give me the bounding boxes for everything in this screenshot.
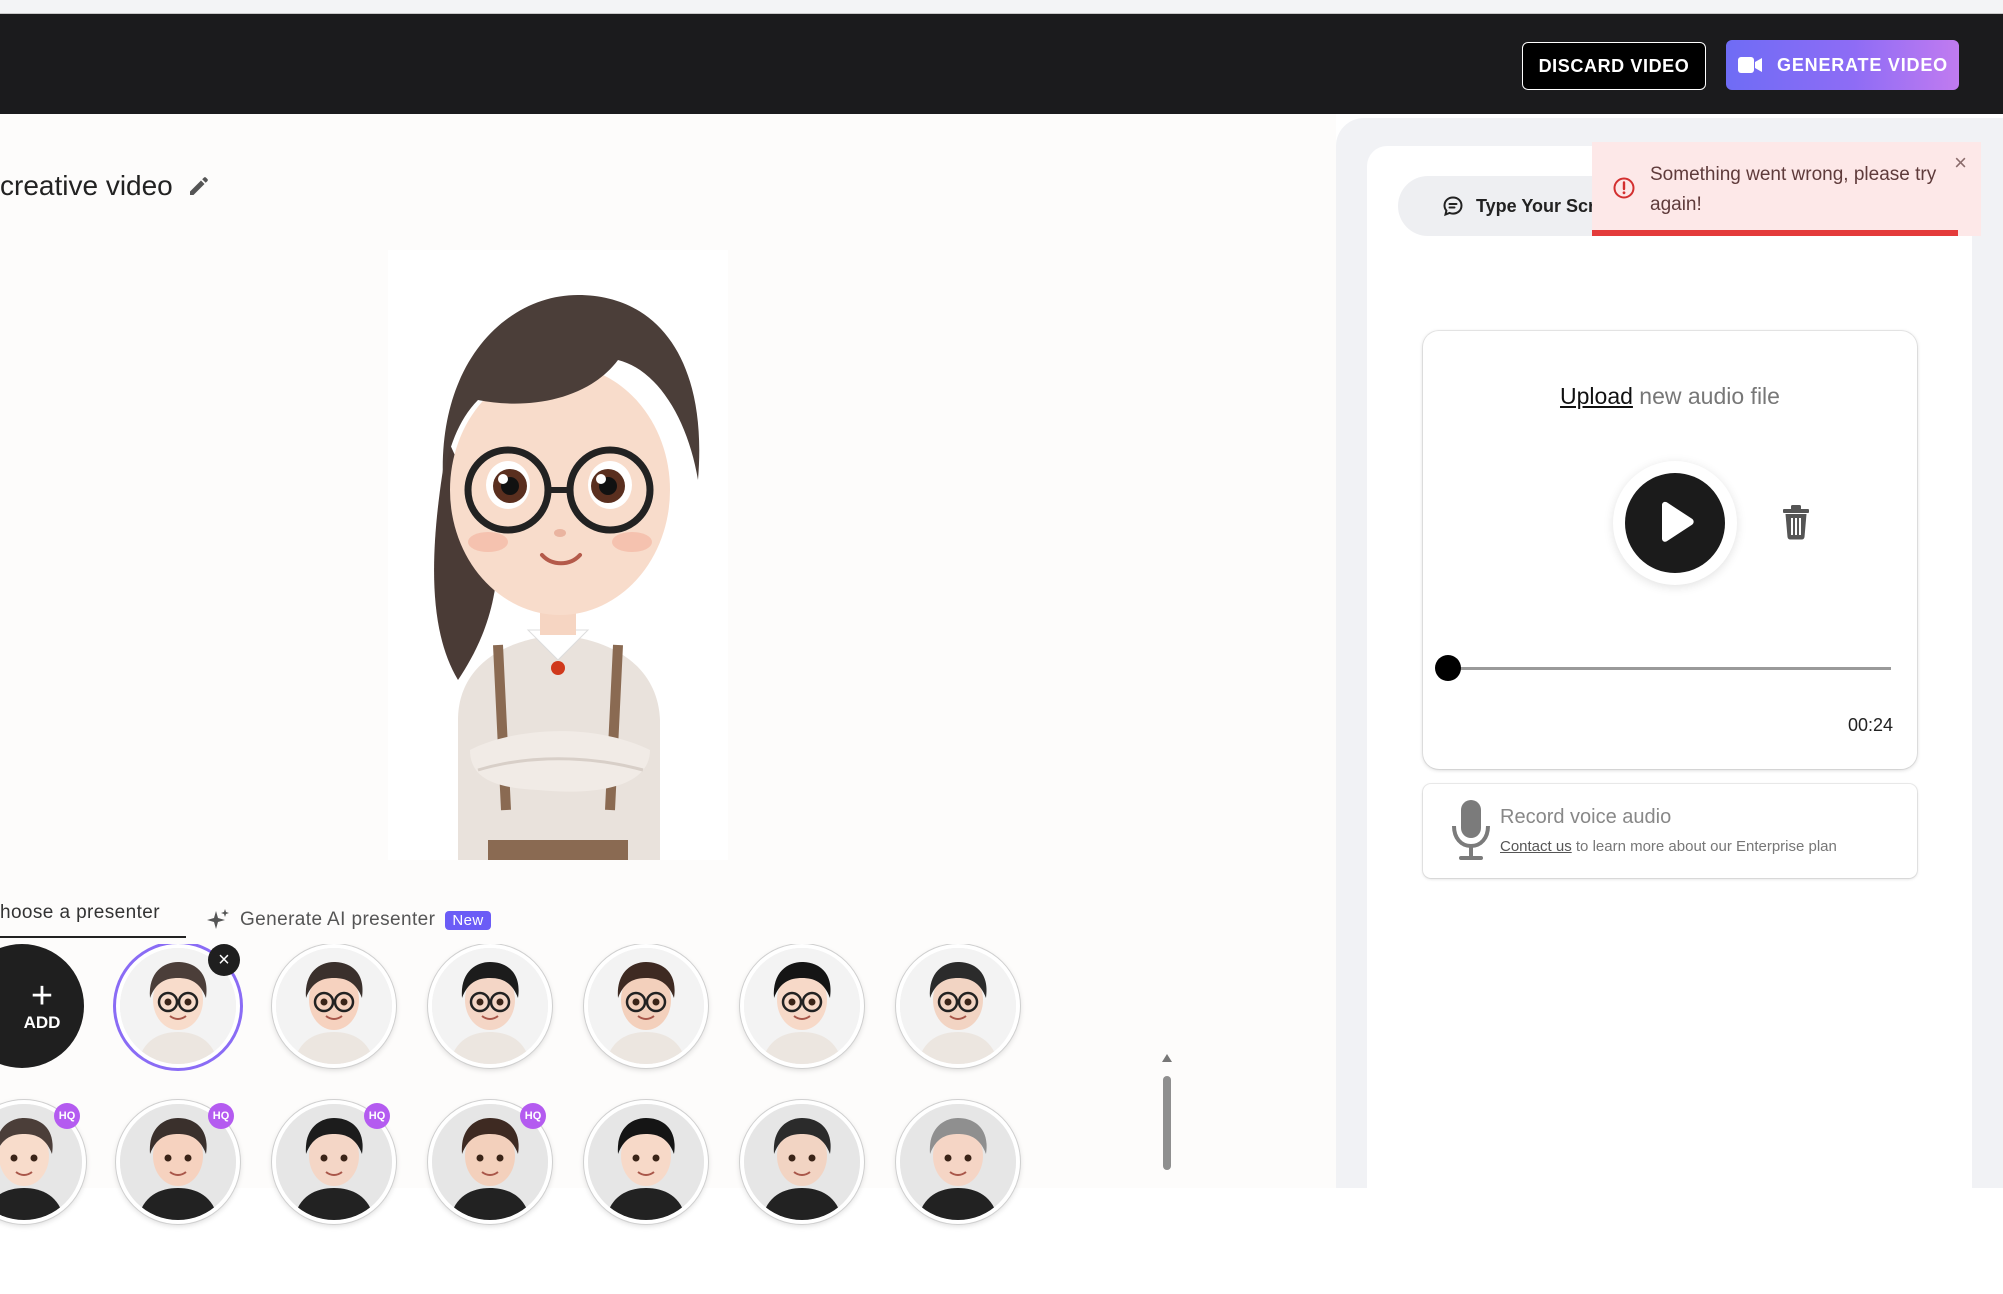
avatar-face-image xyxy=(900,948,1016,1064)
contact-rest-text: to learn more about our Enterprise plan xyxy=(1571,838,1837,855)
error-alert-icon xyxy=(1613,177,1635,199)
presenter-avatar[interactable] xyxy=(896,1100,1020,1224)
record-voice-audio-card[interactable]: Record voice audio Contact us to learn m… xyxy=(1423,784,1917,878)
editor-main: creative video hoose a presenter Generat… xyxy=(0,114,1336,1224)
presenter-tabs: hoose a presenter Generate AI presenter … xyxy=(0,890,491,938)
audio-progress-knob[interactable] xyxy=(1435,655,1461,681)
top-header: DISCARD VIDEO GENERATE VIDEO xyxy=(0,14,2003,114)
audio-duration: 00:24 xyxy=(1847,715,1893,735)
error-toast-message: Something went wrong, please try again! xyxy=(1650,164,1937,215)
type-your-script-label: Type Your Scri xyxy=(1476,195,1601,216)
trash-icon[interactable] xyxy=(1781,503,1811,541)
upload-audio-line: Upload new audio file xyxy=(1423,383,1917,410)
play-icon xyxy=(1662,501,1694,542)
close-icon[interactable]: × xyxy=(1954,150,1967,176)
presenter-avatar[interactable] xyxy=(272,944,396,1068)
error-toast: Something went wrong, please try again! … xyxy=(1592,142,1981,236)
toast-progress-bar xyxy=(1592,230,1958,236)
avatar-face-image xyxy=(900,1104,1016,1220)
presenter-avatar[interactable] xyxy=(740,944,864,1068)
add-presenter-button[interactable]: + ADD xyxy=(0,944,84,1068)
play-button-ring xyxy=(1613,461,1737,585)
scroll-up-arrow-icon[interactable] xyxy=(1162,1054,1172,1062)
upload-link[interactable]: Upload xyxy=(1560,383,1633,409)
hq-badge: HQ xyxy=(520,1103,546,1129)
project-title: creative video xyxy=(0,170,173,201)
presenter-grid-scrollbar[interactable] xyxy=(1160,1054,1174,1294)
presenter-illustration xyxy=(434,295,700,860)
hq-badge: HQ xyxy=(364,1103,390,1129)
chat-bubble-icon xyxy=(1443,196,1463,217)
play-button[interactable] xyxy=(1625,473,1725,573)
presenter-preview xyxy=(388,250,728,860)
avatar-face-image xyxy=(588,1104,704,1220)
record-voice-subtitle: Contact us to learn more about our Enter… xyxy=(1500,838,1837,855)
add-label: ADD xyxy=(23,1013,61,1032)
hq-badge: HQ xyxy=(208,1103,234,1129)
presenter-avatar[interactable] xyxy=(584,944,708,1068)
presenter-avatar[interactable] xyxy=(896,944,1020,1068)
browser-top-strip xyxy=(0,0,2003,14)
avatar-face-image xyxy=(744,1104,860,1220)
sparkle-icon xyxy=(207,909,229,929)
avatar-face-image xyxy=(588,948,704,1064)
discard-video-button[interactable]: DISCARD VIDEO xyxy=(1522,42,1706,90)
generate-video-button[interactable]: GENERATE VIDEO xyxy=(1726,40,1959,90)
tab-choose-presenter[interactable]: hoose a presenter xyxy=(0,890,186,938)
edit-pencil-icon[interactable] xyxy=(187,174,211,198)
project-title-row: creative video xyxy=(0,170,211,202)
scrollbar-thumb[interactable] xyxy=(1163,1076,1171,1170)
presenter-avatar[interactable] xyxy=(428,944,552,1068)
video-camera-icon xyxy=(1738,57,1763,73)
generate-video-label: GENERATE VIDEO xyxy=(1777,54,1948,75)
hq-badge: HQ xyxy=(54,1103,80,1129)
audio-progress-rail[interactable] xyxy=(1449,667,1891,670)
new-badge: New xyxy=(445,910,491,930)
avatar-face-image xyxy=(276,948,392,1064)
audio-upload-card: Upload new audio file 00:24 xyxy=(1423,331,1917,769)
plus-icon: + xyxy=(30,975,54,1017)
presenter-grid: + ADD × HQ HQ HQ HQ xyxy=(0,944,1160,1244)
generate-ai-presenter-label: Generate AI presenter xyxy=(240,909,436,930)
remove-presenter-close-icon[interactable]: × xyxy=(208,944,240,976)
presenter-avatar[interactable] xyxy=(584,1100,708,1224)
record-voice-title: Record voice audio xyxy=(1500,806,1672,828)
microphone-icon xyxy=(1452,800,1490,860)
avatar-face-image xyxy=(432,948,548,1064)
upload-rest-text: new audio file xyxy=(1632,383,1780,409)
avatar-face-image xyxy=(744,948,860,1064)
presenter-avatar[interactable] xyxy=(740,1100,864,1224)
contact-us-link[interactable]: Contact us xyxy=(1500,838,1572,855)
tab-generate-ai-presenter[interactable]: Generate AI presenter New xyxy=(206,890,491,938)
